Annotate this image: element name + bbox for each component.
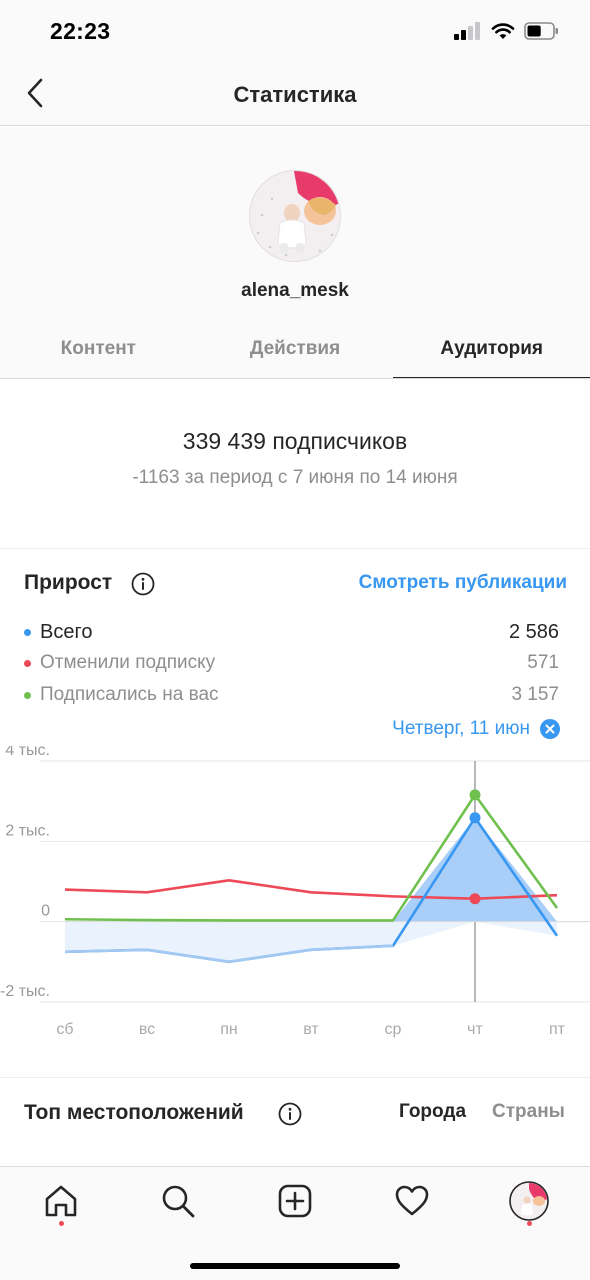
battery-icon [524, 22, 558, 40]
legend-value: 571 [527, 652, 559, 673]
tab-new-post[interactable] [275, 1181, 315, 1221]
status-icons [454, 22, 560, 40]
profile-avatar [509, 1181, 549, 1221]
home-icon [45, 1185, 77, 1217]
heart-icon [395, 1185, 429, 1216]
y-tick-label: 0 [41, 903, 50, 920]
home-notification-dot [59, 1221, 64, 1226]
home-indicator [190, 1263, 400, 1269]
wifi-icon [491, 23, 515, 39]
info-icon[interactable] [278, 1102, 302, 1126]
bottom-tab-bar [0, 1166, 590, 1280]
tab-content[interactable]: Контент [0, 325, 197, 378]
legend-label: Всего [40, 620, 93, 643]
cellular-signal-icon [454, 22, 480, 40]
search-icon [162, 1185, 195, 1218]
tab-countries[interactable]: Страны [492, 1101, 565, 1123]
selected-day-chip[interactable]: Четверг, 11 июн [392, 718, 560, 740]
legend-total: Всего 2 586 [24, 618, 559, 646]
avatar-image [250, 171, 340, 261]
legend-dot [24, 659, 31, 667]
tab-home[interactable] [41, 1181, 81, 1221]
legend-label: Подписались на вас [40, 684, 219, 705]
x-tick-label: сб [56, 1021, 73, 1038]
legend-label: Отменили подписку [40, 652, 216, 673]
top-locations-section: Топ местоположений Города Страны [0, 1079, 590, 1169]
tab-search[interactable] [158, 1181, 198, 1221]
y-tick-label: 2 тыс. [5, 822, 50, 839]
top-locations-title: Топ местоположений [24, 1101, 244, 1124]
see-posts-link[interactable]: Смотреть публикации [359, 572, 567, 594]
x-tick-label: вт [303, 1021, 319, 1038]
legend-value: 2 586 [508, 620, 559, 643]
close-icon[interactable] [540, 719, 560, 739]
add-post-icon [278, 1184, 312, 1218]
legend-unfollowed: Отменили подписку 571 [24, 649, 559, 677]
x-tick-label: чт [467, 1021, 483, 1038]
x-tick-label: ср [385, 1021, 402, 1038]
selected-day-label: Четверг, 11 июн [392, 718, 530, 739]
selected-point-1 [469, 893, 481, 905]
legend-dot [24, 628, 31, 636]
status-bar: 22:23 [0, 0, 590, 62]
selected-point-2 [469, 789, 481, 801]
tab-activity[interactable] [392, 1181, 432, 1221]
info-icon[interactable] [131, 572, 155, 596]
tab-audience[interactable]: Аудитория [393, 325, 590, 378]
legend-dot [24, 691, 31, 699]
profile-username: alena_mesk [241, 280, 349, 301]
y-tick-label: -2 тыс. [0, 983, 50, 1000]
followers-count: 339 439 подписчиков [182, 428, 408, 454]
tab-profile[interactable] [509, 1181, 549, 1221]
growth-section: Прирост Смотреть публикации Всего 2 586 … [0, 550, 590, 1078]
total-area-positive [65, 817, 557, 922]
growth-title: Прирост [24, 571, 113, 594]
x-tick-label: пт [549, 1021, 566, 1038]
followers-summary: 339 439 подписчиков -1163 за период с 7 … [0, 379, 590, 549]
profile-notification-dot [527, 1221, 532, 1226]
page-title: Статистика [233, 82, 357, 107]
legend-value: 3 157 [511, 684, 559, 705]
followers-change: -1163 за период с 7 июня по 14 июня [132, 467, 458, 488]
x-tick-label: пн [220, 1021, 238, 1038]
nav-bar: Статистика [0, 62, 590, 126]
profile-header: alena_mesk Контент Действия Аудитория [0, 127, 590, 378]
total-area-negative [65, 921, 557, 962]
tab-actions[interactable]: Действия [197, 325, 394, 378]
status-time: 22:23 [50, 18, 111, 44]
selected-point-0 [469, 812, 481, 824]
y-tick-label: 4 тыс. [5, 746, 50, 759]
stats-tabs: Контент Действия Аудитория [0, 325, 590, 378]
growth-chart[interactable]: 4 тыс. 2 тыс. 0 -2 тыс. сб вс пн вт ср чт пт [0, 746, 590, 1046]
avatar[interactable] [249, 170, 341, 262]
tab-cities[interactable]: Города [399, 1101, 466, 1123]
close-icon-glyph [545, 724, 555, 734]
legend-followed: Подписались на вас 3 157 [24, 681, 559, 709]
x-tick-label: вс [139, 1021, 155, 1038]
